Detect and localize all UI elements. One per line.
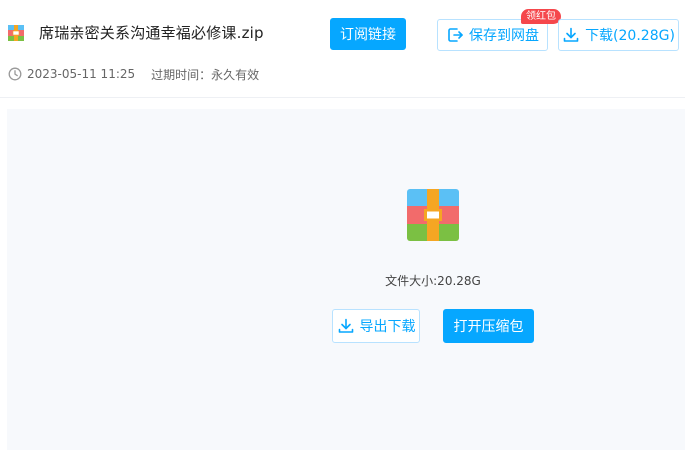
download-icon — [563, 27, 579, 42]
file-title: 席瑞亲密关系沟通幸福必修课.zip — [39, 24, 264, 42]
zip-archive-icon — [8, 25, 24, 41]
red-packet-badge[interactable]: 领红包 — [521, 9, 561, 24]
expiry-text: 过期时间：永久有效 — [151, 67, 260, 82]
save-to-netdisk-label: 保存到网盘 — [469, 28, 539, 44]
zip-archive-icon — [407, 189, 459, 241]
download-button[interactable]: 下载(20.28G) — [558, 19, 679, 51]
upload-date: 2023-05-11 11:25 — [27, 67, 136, 81]
file-size-text: 文件大小:20.28G — [385, 274, 481, 288]
file-header: 席瑞亲密关系沟通幸福必修课.zip 订阅链接 保存到网盘 领红包 下载(20.2… — [0, 0, 685, 98]
open-archive-label: 打开压缩包 — [453, 319, 524, 335]
clock-icon — [8, 67, 22, 81]
subscribe-link-label: 订阅链接 — [340, 27, 396, 43]
export-download-button[interactable]: 导出下载 — [332, 309, 420, 343]
open-archive-button[interactable]: 打开压缩包 — [443, 309, 534, 343]
download-label: 下载(20.28G) — [585, 28, 675, 44]
save-export-icon — [448, 28, 463, 42]
subscribe-link-button[interactable]: 订阅链接 — [330, 18, 406, 50]
file-meta: 2023-05-11 11:25 过期时间：永久有效 — [8, 66, 259, 82]
download-icon — [338, 318, 353, 333]
export-download-label: 导出下载 — [359, 319, 416, 335]
